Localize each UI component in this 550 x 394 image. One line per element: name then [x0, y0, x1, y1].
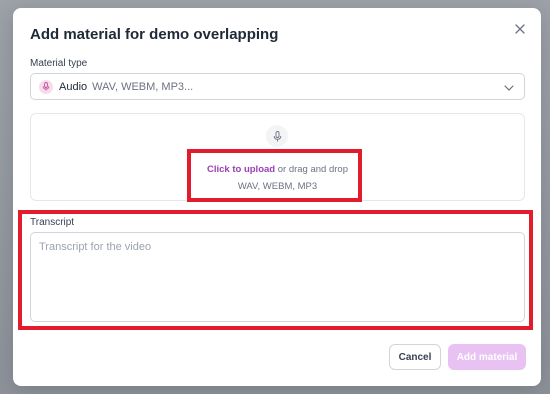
- microphone-icon: [266, 125, 288, 147]
- dialog-title: Add material for demo overlapping: [30, 26, 279, 43]
- transcript-label: Transcript: [30, 217, 75, 228]
- transcript-input[interactable]: [30, 232, 525, 322]
- cancel-button[interactable]: Cancel: [389, 344, 441, 370]
- accepted-formats: WAV, WEBM, MP3: [237, 181, 318, 192]
- add-material-button[interactable]: Add material: [448, 344, 526, 370]
- selected-material-formats: WAV, WEBM, MP3...: [92, 80, 194, 93]
- click-to-upload-link[interactable]: Click to upload: [207, 164, 275, 175]
- material-type-label: Material type: [30, 58, 88, 69]
- selected-material-type: Audio: [59, 80, 88, 93]
- material-type-select[interactable]: Audio WAV, WEBM, MP3...: [30, 73, 525, 100]
- chevron-down-icon: [504, 78, 514, 96]
- microphone-icon: [39, 79, 53, 94]
- upload-instructions: Click to upload or drag and drop: [31, 164, 524, 175]
- close-icon[interactable]: [513, 22, 527, 36]
- drag-drop-text: or drag and drop: [275, 164, 348, 175]
- file-dropzone[interactable]: Click to upload or drag and drop WAV, WE…: [30, 113, 525, 201]
- add-material-dialog: Add material for demo overlapping Materi…: [13, 8, 541, 386]
